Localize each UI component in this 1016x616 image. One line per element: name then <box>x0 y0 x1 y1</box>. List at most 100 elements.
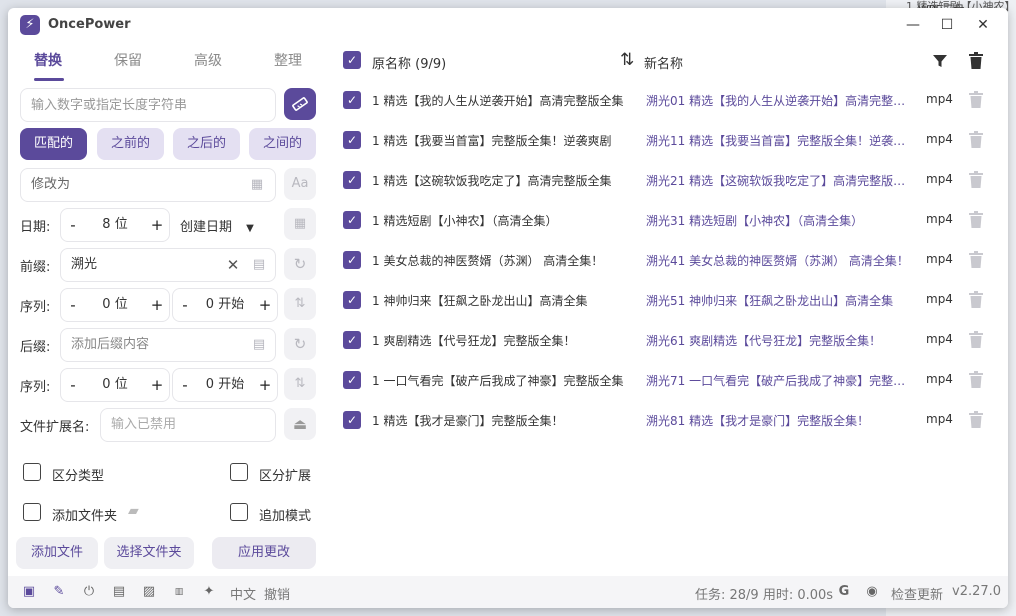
suffix-input[interactable]: 添加后缀内容 ▤ <box>60 328 276 362</box>
row-checkbox[interactable]: ✓ <box>343 411 361 429</box>
row-checkbox[interactable]: ✓ <box>343 91 361 109</box>
filter-icon[interactable] <box>932 53 948 69</box>
match-input[interactable] <box>20 88 276 122</box>
ruler-button[interactable] <box>284 88 316 120</box>
prefix-refresh-button[interactable]: ↻ <box>284 248 316 280</box>
append-mode-checkbox[interactable] <box>230 503 248 521</box>
row-checkbox[interactable]: ✓ <box>343 371 361 389</box>
clear-icon[interactable]: ✕ <box>225 257 241 273</box>
row-checkbox[interactable]: ✓ <box>343 251 361 269</box>
seq2-start-plus-button[interactable]: + <box>253 369 277 401</box>
delete-row-icon[interactable] <box>969 131 983 148</box>
seq1-start-minus-button[interactable]: - <box>173 289 197 321</box>
calendar-icon[interactable]: ▦ <box>249 177 265 193</box>
language-toggle[interactable]: 中文 <box>230 584 256 603</box>
seq1-sort-button[interactable]: ⇅ <box>284 288 316 320</box>
add-file-button[interactable]: 添加文件 <box>16 537 98 569</box>
file-row[interactable]: ✓ 1 精选【我要当首富】完整版全集！逆袭爽剧 溯光11 精选【我要当首富】完整版全… <box>338 120 1008 160</box>
distinguish-type-checkbox[interactable] <box>23 463 41 481</box>
seq2-start-stepper[interactable]: - 0 开始 + <box>172 368 278 402</box>
modify-input[interactable]: 修改为 ▦ <box>20 168 276 202</box>
check-update-link[interactable]: 检查更新 <box>891 584 943 603</box>
select-folder-button[interactable]: 选择文件夹 <box>104 537 194 569</box>
file-row[interactable]: ✓ 1 一口气看完【破产后我成了神豪】完整版全集 溯光71 一口气看完【破产后我成了… <box>338 360 1008 400</box>
gitee-icon[interactable]: G <box>835 583 853 601</box>
mode-after-button[interactable]: 之后的 <box>173 128 240 160</box>
date-calendar-button[interactable]: ▦ <box>284 208 316 240</box>
seq1-digits-stepper[interactable]: - 0 位 + <box>60 288 170 322</box>
seq2-start-minus-button[interactable]: - <box>173 369 197 401</box>
delete-row-icon[interactable] <box>969 331 983 348</box>
ext-action-button[interactable]: ⏏ <box>284 408 316 440</box>
original-name: 1 精选【我才是豪门】完整版全集！ <box>372 414 564 428</box>
date-digits-stepper[interactable]: - 8 位 + <box>60 208 170 242</box>
add-folder-checkbox[interactable] <box>23 503 41 521</box>
mode-between-button[interactable]: 之间的 <box>249 128 316 160</box>
seq2-digits-minus-button[interactable]: - <box>61 369 85 401</box>
new-name: 溯光61 爽剧精选【代号狂龙】完整版全集！ <box>646 334 882 348</box>
row-checkbox[interactable]: ✓ <box>343 291 361 309</box>
image-icon[interactable]: ▨ <box>140 583 158 601</box>
tab-organize[interactable]: 整理 <box>274 50 302 70</box>
file-row[interactable]: ✓ 1 精选【这碗软饭我吃定了】高清完整版全集 溯光21 精选【这碗软饭我吃定了】高… <box>338 160 1008 200</box>
prefix-input[interactable]: 溯光 ✕ ▤ <box>60 248 276 282</box>
date-type-select[interactable]: 创建日期 ▼ <box>180 216 254 235</box>
minimize-button[interactable]: — <box>896 13 930 37</box>
file-row[interactable]: ✓ 1 美女总裁的神医赘婿（苏渊） 高清全集！ 溯光41 美女总裁的神医赘婿（苏渊）… <box>338 240 1008 280</box>
file-row[interactable]: ✓ 1 神帅归来【狂飙之卧龙出山】高清全集 溯光51 神帅归来【狂飙之卧龙出山】高清… <box>338 280 1008 320</box>
seq1-digits-value: 0 位 <box>102 297 128 312</box>
file-icon[interactable]: ▤ <box>251 337 267 353</box>
file-row[interactable]: ✓ 1 精选【我的人生从逆袭开始】高清完整版全集 溯光01 精选【我的人生从逆袭开始… <box>338 80 1008 120</box>
tab-keep[interactable]: 保留 <box>114 50 142 70</box>
seq1-start-stepper[interactable]: - 0 开始 + <box>172 288 278 322</box>
delete-row-icon[interactable] <box>969 251 983 268</box>
seq1-digits-minus-button[interactable]: - <box>61 289 85 321</box>
save-icon[interactable]: ▣ <box>20 583 38 601</box>
caret-down-icon: ▼ <box>246 223 254 234</box>
app-window: ⚡ OncePower — ☐ ✕ 替换 保留 高级 整理 匹配的 之前的 之后… <box>8 8 1008 608</box>
clipboard-icon[interactable]: ▤ <box>110 583 128 601</box>
row-checkbox[interactable]: ✓ <box>343 171 361 189</box>
delete-row-icon[interactable] <box>969 91 983 108</box>
delete-row-icon[interactable] <box>969 411 983 428</box>
mode-before-button[interactable]: 之前的 <box>97 128 164 160</box>
lightbulb-icon[interactable]: ✦ <box>200 583 218 601</box>
edit-list-icon[interactable]: ✎ <box>50 583 68 601</box>
delete-all-icon[interactable] <box>969 52 983 69</box>
date-plus-button[interactable]: + <box>145 209 169 241</box>
file-row[interactable]: ✓ 1 精选【我才是豪门】完整版全集！ 溯光81 精选【我才是豪门】完整版全集！ mp… <box>338 400 1008 440</box>
mode-match-button[interactable]: 匹配的 <box>20 128 87 160</box>
file-row[interactable]: ✓ 1 爽剧精选【代号狂龙】完整版全集！ 溯光61 爽剧精选【代号狂龙】完整版全集！… <box>338 320 1008 360</box>
distinguish-ext-checkbox[interactable] <box>230 463 248 481</box>
maximize-button[interactable]: ☐ <box>930 13 964 37</box>
suffix-refresh-button[interactable]: ↻ <box>284 328 316 360</box>
tab-replace[interactable]: 替换 <box>34 50 62 70</box>
delete-row-icon[interactable] <box>969 371 983 388</box>
seq2-digits-stepper[interactable]: - 0 位 + <box>60 368 170 402</box>
row-checkbox[interactable]: ✓ <box>343 211 361 229</box>
seq2-start-value: 0 开始 <box>205 377 245 392</box>
sort-icon[interactable]: ⇅ <box>620 50 634 70</box>
file-row[interactable]: ✓ 1 精选短剧【小神农】（高清全集） 溯光31 精选短剧【小神农】（高清全集） mp… <box>338 200 1008 240</box>
date-minus-button[interactable]: - <box>61 209 85 241</box>
delete-row-icon[interactable] <box>969 211 983 228</box>
seq2-sort-button[interactable]: ⇅ <box>284 368 316 400</box>
ext-input[interactable]: 输入已禁用 <box>100 408 276 442</box>
select-all-checkbox[interactable]: ✓ <box>343 51 361 69</box>
file-icon[interactable]: ▤ <box>251 257 267 273</box>
apply-changes-button[interactable]: 应用更改 <box>212 537 316 569</box>
close-button[interactable]: ✕ <box>966 13 1000 37</box>
github-icon[interactable]: ◉ <box>863 583 881 601</box>
csv-icon[interactable]: ▥ <box>170 583 188 601</box>
power-icon[interactable]: ⏻ <box>80 583 98 601</box>
delete-row-icon[interactable] <box>969 291 983 308</box>
seq1-digits-plus-button[interactable]: + <box>145 289 169 321</box>
undo-button[interactable]: 撤销 <box>264 584 290 603</box>
seq1-start-plus-button[interactable]: + <box>253 289 277 321</box>
seq2-digits-plus-button[interactable]: + <box>145 369 169 401</box>
delete-row-icon[interactable] <box>969 171 983 188</box>
row-checkbox[interactable]: ✓ <box>343 331 361 349</box>
tab-advanced[interactable]: 高级 <box>194 50 222 70</box>
case-button[interactable]: Aa <box>284 168 316 200</box>
row-checkbox[interactable]: ✓ <box>343 131 361 149</box>
